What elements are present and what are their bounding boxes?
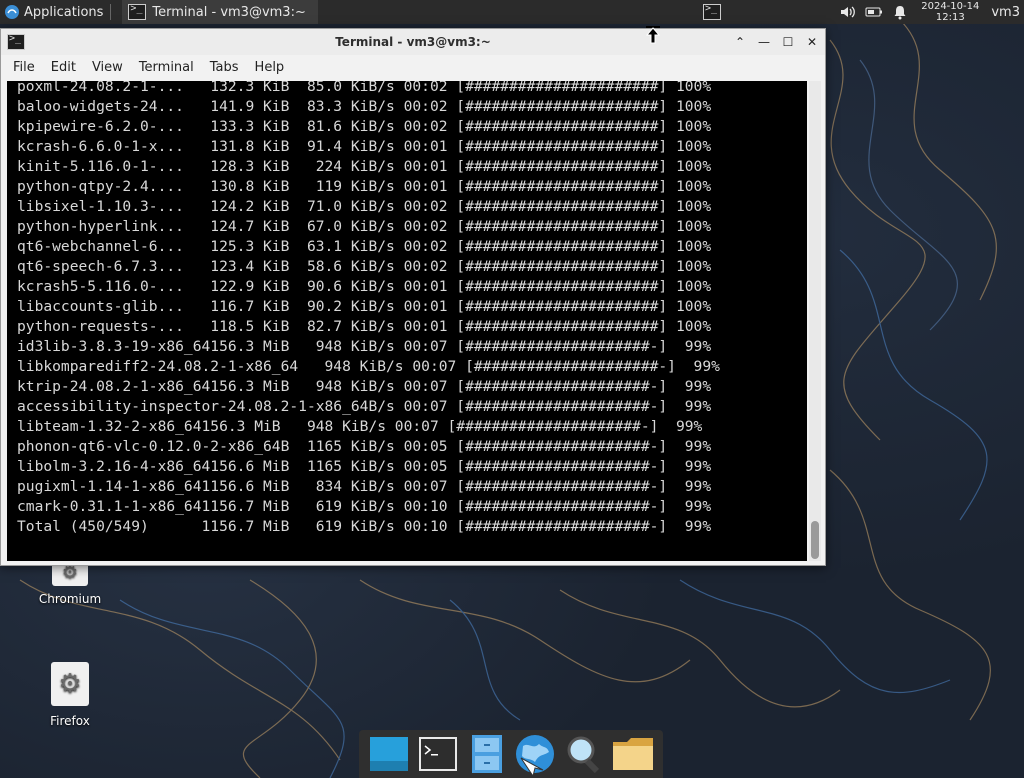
system-tray: 2024-10-14 12:13 vm3	[839, 0, 1024, 24]
terminal-line: libsixel-1.10.3-... 124.2 KiB 71.0 KiB/s…	[17, 198, 712, 215]
terminal-line: kcrash-6.6.0-1-x... 131.8 KiB 91.4 KiB/s…	[17, 138, 712, 155]
menu-edit[interactable]: Edit	[43, 60, 84, 75]
dock-folder[interactable]	[611, 732, 655, 776]
menu-tabs[interactable]: Tabs	[202, 60, 247, 75]
maximize-button[interactable]: ☐	[781, 35, 795, 49]
clock[interactable]: 2024-10-14 12:13	[921, 1, 979, 23]
terminal-line: poxml-24.08.2-1-... 132.3 KiB 85.0 KiB/s…	[17, 81, 712, 95]
notification-bell-icon[interactable]	[891, 4, 909, 20]
web-browser-icon	[516, 735, 555, 776]
search-icon	[567, 736, 600, 774]
window-title: Terminal - vm3@vm3:~	[335, 35, 491, 49]
terminal-icon	[703, 3, 721, 20]
window-controls: ⌃ — ☐ ✕	[733, 29, 819, 55]
terminal-line: kinit-5.116.0-1-... 128.3 KiB 224 KiB/s …	[17, 158, 712, 175]
user-menu[interactable]: vm3	[991, 5, 1020, 20]
desktop-icon-firefox[interactable]: ⚙ Firefox	[30, 662, 110, 728]
terminal-line: kcrash5-5.116.0-... 122.9 KiB 90.6 KiB/s…	[17, 278, 712, 295]
dock-web-browser[interactable]	[513, 732, 557, 776]
separator	[110, 4, 112, 20]
volume-icon[interactable]	[839, 4, 857, 20]
terminal-line: python-qtpy-2.4.... 130.8 KiB 119 KiB/s …	[17, 178, 712, 195]
menu-file[interactable]: File	[5, 60, 43, 75]
close-button[interactable]: ✕	[805, 35, 819, 49]
terminal-line: accessibility-inspector-24.08.2-1-x86_64…	[17, 398, 712, 415]
terminal-line: libkomparediff2-24.08.2-1-x86_64 948 KiB…	[17, 358, 720, 375]
terminal-icon	[418, 737, 457, 771]
show-desktop-icon	[370, 737, 409, 771]
taskbar-terminal-button[interactable]: Terminal - vm3@vm3:~	[122, 0, 319, 24]
scrollbar-thumb[interactable]	[811, 521, 819, 559]
terminal-line: id3lib-3.8.3-19-x86_64156.3 MiB 948 KiB/…	[17, 338, 712, 355]
menubar: File Edit View Terminal Tabs Help	[1, 55, 825, 80]
gear-icon: ⚙	[61, 562, 79, 583]
terminal-line: qt6-speech-6.7.3... 123.4 KiB 58.6 KiB/s…	[17, 258, 712, 275]
battery-icon[interactable]	[865, 4, 883, 20]
applications-menu[interactable]: Applications	[0, 0, 118, 24]
terminal-line: qt6-webchannel-6... 125.3 KiB 63.1 KiB/s…	[17, 238, 712, 255]
desktop-icon-chromium[interactable]: ⚙ Chromium	[30, 560, 110, 606]
terminal-icon	[128, 3, 147, 20]
terminal-line: libolm-3.2.16-4-x86_64156.6 MiB 1165 KiB…	[17, 458, 712, 475]
dock	[359, 730, 663, 778]
desktop-icon-label: Chromium	[38, 592, 102, 606]
gear-icon: ⚙	[58, 669, 82, 699]
dock-search[interactable]	[562, 732, 606, 776]
terminal-line: python-hyperlink... 124.7 KiB 67.0 KiB/s…	[17, 218, 712, 235]
terminal-line: libaccounts-glib... 116.7 KiB 90.2 KiB/s…	[17, 298, 712, 315]
terminal-window: Terminal - vm3@vm3:~ ⌃ — ☐ ✕ File Edit V…	[0, 28, 826, 566]
terminal-line: cmark-0.31.1-1-x86_641156.7 MiB 619 KiB/…	[17, 498, 712, 515]
file-manager-icon	[471, 735, 502, 773]
clock-time: 12:13	[935, 12, 965, 23]
menu-view[interactable]: View	[84, 60, 131, 75]
terminal-line: ktrip-24.08.2-1-x86_64156.3 MiB 948 KiB/…	[17, 378, 712, 395]
menu-terminal[interactable]: Terminal	[131, 60, 202, 75]
terminal-output[interactable]: poxml-24.08.2-1-... 132.3 KiB 85.0 KiB/s…	[7, 81, 807, 561]
applications-label: Applications	[24, 4, 104, 20]
terminal-line: kpipewire-6.2.0-... 133.3 KiB 81.6 KiB/s…	[17, 118, 712, 135]
cursor-icon	[645, 26, 661, 44]
terminal-line: python-requests-... 118.5 KiB 82.7 KiB/s…	[17, 318, 712, 335]
clock-date: 2024-10-14	[921, 1, 980, 12]
xfce-logo-icon	[5, 5, 19, 19]
terminal-line: pugixml-1.14-1-x86_641156.6 MiB 834 KiB/…	[17, 478, 712, 495]
dock-file-manager[interactable]	[465, 732, 509, 776]
shade-button[interactable]: ⌃	[733, 35, 747, 49]
dock-show-desktop[interactable]	[367, 732, 411, 776]
terminal-line: phonon-qt6-vlc-0.12.0-2-x86_64B 1165 KiB…	[17, 438, 712, 455]
terminal-line: Total (450/549) 1156.7 MiB 619 KiB/s 00:…	[17, 518, 712, 535]
terminal-scrollbar[interactable]	[809, 81, 821, 561]
window-titlebar[interactable]: Terminal - vm3@vm3:~ ⌃ — ☐ ✕	[1, 29, 825, 55]
terminal-line: baloo-widgets-24... 141.9 KiB 83.3 KiB/s…	[17, 98, 712, 115]
menu-help[interactable]: Help	[247, 60, 293, 75]
taskbar-task-title: Terminal - vm3@vm3:~	[152, 4, 306, 20]
terminal-line: libteam-1.32-2-x86_64156.3 MiB 948 KiB/s…	[17, 418, 703, 435]
dock-terminal[interactable]	[416, 732, 460, 776]
firefox-icon-box: ⚙	[51, 662, 89, 706]
desktop-icon-label: Firefox	[50, 714, 90, 728]
top-panel: Applications Terminal - vm3@vm3:~ 2024-1…	[0, 0, 1024, 24]
minimize-button[interactable]: —	[757, 35, 771, 49]
folder-icon	[612, 738, 653, 770]
workspace-switcher[interactable]	[697, 0, 727, 24]
